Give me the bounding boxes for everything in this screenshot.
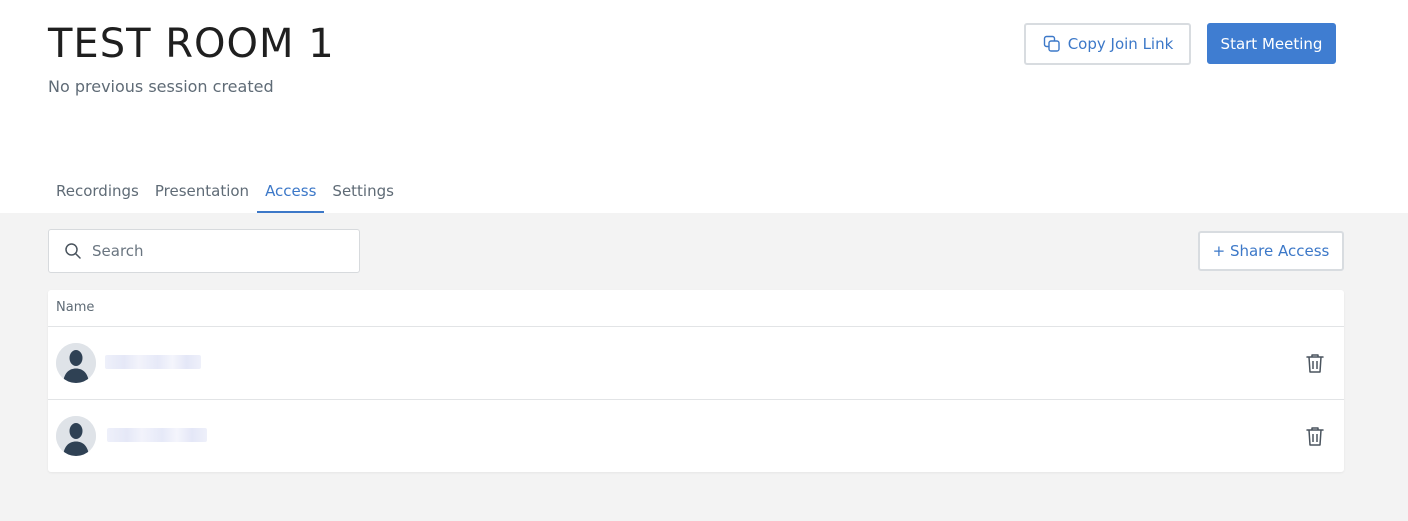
search-icon — [64, 242, 82, 260]
room-title: TEST ROOM 1 — [48, 21, 335, 67]
search-input[interactable] — [90, 241, 344, 261]
copy-icon — [1042, 34, 1062, 54]
column-header-name: Name — [48, 290, 1344, 327]
tab-access[interactable]: Access — [257, 172, 325, 213]
tab-settings[interactable]: Settings — [324, 172, 402, 213]
access-table: Name — [48, 290, 1344, 472]
trash-icon[interactable] — [1304, 425, 1326, 447]
room-header: TEST ROOM 1 No previous session created … — [0, 0, 1408, 213]
search-box[interactable] — [48, 229, 360, 273]
user-avatar-icon — [56, 343, 96, 383]
tab-recordings[interactable]: Recordings — [48, 172, 147, 213]
session-status-text: No previous session created — [48, 77, 274, 96]
copy-join-link-label: Copy Join Link — [1067, 35, 1174, 53]
copy-join-link-button[interactable]: Copy Join Link — [1024, 23, 1191, 65]
tab-presentation[interactable]: Presentation — [147, 172, 257, 213]
user-avatar-icon — [56, 416, 96, 456]
access-panel: + Share Access Name — [0, 213, 1408, 521]
table-row — [48, 400, 1344, 472]
redacted-user-name — [105, 355, 201, 369]
start-meeting-button[interactable]: Start Meeting — [1207, 23, 1336, 64]
redacted-user-name — [107, 428, 207, 442]
room-tabs: Recordings Presentation Access Settings — [48, 172, 402, 213]
trash-icon[interactable] — [1304, 352, 1326, 374]
share-access-button[interactable]: + Share Access — [1198, 231, 1344, 271]
table-row — [48, 327, 1344, 400]
